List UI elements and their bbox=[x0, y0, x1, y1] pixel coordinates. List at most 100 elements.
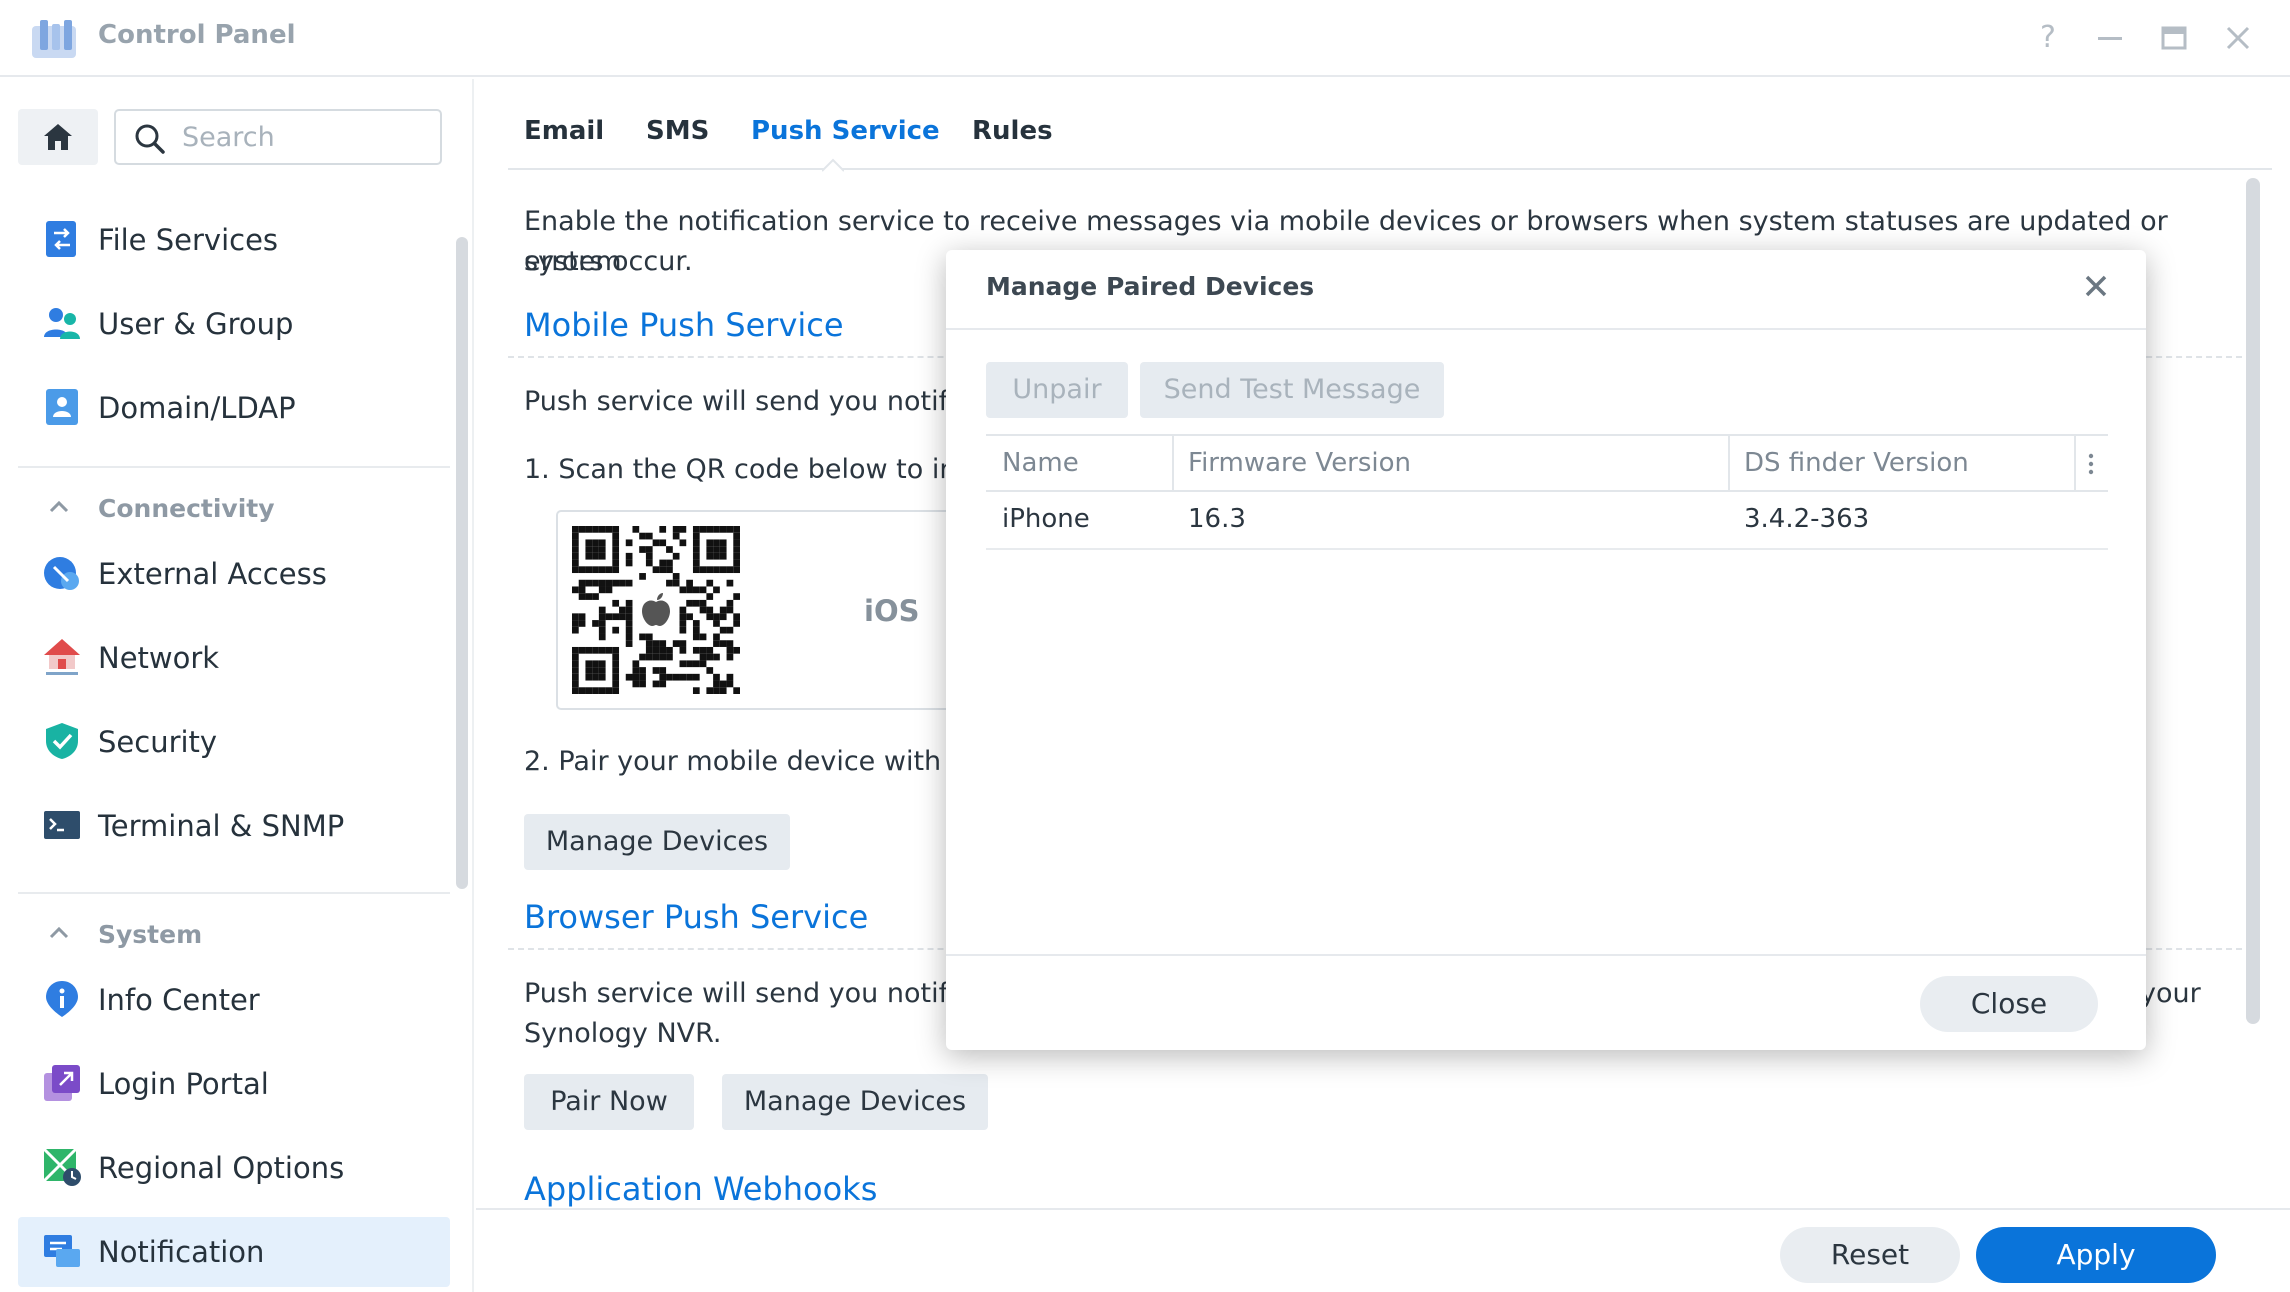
pair-now-button[interactable]: Pair Now bbox=[524, 1074, 694, 1130]
sidebar-item-label: Security bbox=[98, 725, 218, 759]
sidebar-item-label: Login Portal bbox=[98, 1067, 269, 1101]
sidebar-item-regional-options[interactable]: Regional Options bbox=[18, 1133, 450, 1203]
sidebar-item-security[interactable]: Security bbox=[18, 707, 450, 777]
sidebar-scrollbar[interactable] bbox=[456, 237, 468, 889]
close-window-icon[interactable] bbox=[2218, 18, 2258, 58]
sidebar-item-label: External Access bbox=[98, 557, 327, 591]
search-input[interactable]: Search bbox=[114, 109, 442, 165]
sidebar-item-user-group[interactable]: User & Group bbox=[18, 289, 450, 359]
unpair-button[interactable]: Unpair bbox=[986, 362, 1128, 418]
close-button[interactable]: Close bbox=[1920, 976, 2098, 1032]
notification-icon bbox=[44, 1235, 80, 1267]
browser-push-description-line2: Synology NVR. bbox=[524, 1018, 722, 1049]
sidebar-item-terminal-snmp[interactable]: Terminal & SNMP bbox=[18, 791, 450, 861]
user-group-icon bbox=[44, 308, 80, 339]
sidebar-group-label: System bbox=[98, 920, 203, 949]
file-services-icon bbox=[46, 221, 76, 257]
sidebar-divider bbox=[18, 466, 450, 468]
table-row[interactable]: iPhone 16.3 3.4.2-363 bbox=[986, 492, 2108, 550]
sidebar-item-label: Network bbox=[98, 641, 220, 675]
tab-sms[interactable]: SMS bbox=[646, 116, 709, 146]
network-icon bbox=[44, 639, 80, 675]
dialog-header-divider bbox=[946, 328, 2146, 330]
mobile-push-description: Push service will send you notifi bbox=[524, 386, 956, 417]
sidebar-item-label: Domain/LDAP bbox=[98, 391, 296, 425]
info-center-icon bbox=[46, 981, 78, 1017]
active-tab-caret-icon bbox=[822, 158, 844, 172]
dialog-footer-divider bbox=[946, 954, 2146, 956]
sidebar-divider bbox=[18, 892, 450, 894]
browser-push-description-tail: your bbox=[2140, 978, 2201, 1009]
step1-text: 1. Scan the QR code below to in bbox=[524, 454, 957, 485]
intro-text-line2: errors occur. bbox=[524, 246, 693, 277]
sidebar-item-network[interactable]: Network bbox=[18, 623, 450, 693]
minimize-icon[interactable] bbox=[2090, 18, 2130, 58]
browser-push-service-title: Browser Push Service bbox=[524, 898, 869, 936]
firmware-version-cell: 16.3 bbox=[1188, 504, 1246, 534]
tab-push-service[interactable]: Push Service bbox=[751, 116, 940, 146]
column-options-icon[interactable] bbox=[2088, 452, 2094, 476]
sidebar-item-info-center[interactable]: Info Center bbox=[18, 965, 450, 1035]
home-icon bbox=[44, 124, 72, 150]
maximize-icon[interactable] bbox=[2154, 18, 2194, 58]
manage-devices-button[interactable]: Manage Devices bbox=[524, 814, 790, 870]
chevron-up-icon bbox=[49, 500, 69, 513]
sidebar-group-label: Connectivity bbox=[98, 494, 275, 523]
browser-push-description-line1: Push service will send you notifi bbox=[524, 978, 956, 1009]
sidebar-group-system[interactable]: System bbox=[18, 910, 450, 960]
search-placeholder: Search bbox=[182, 122, 275, 153]
column-header-ds-finder-version[interactable]: DS finder Version bbox=[1744, 448, 1969, 478]
apply-button[interactable]: Apply bbox=[1976, 1227, 2216, 1283]
tab-rules[interactable]: Rules bbox=[972, 116, 1053, 146]
application-webhooks-title: Application Webhooks bbox=[524, 1170, 878, 1208]
column-divider bbox=[2074, 436, 2076, 492]
chevron-up-icon bbox=[49, 926, 69, 939]
home-button[interactable] bbox=[18, 109, 98, 165]
column-header-firmware-version[interactable]: Firmware Version bbox=[1188, 448, 1411, 478]
terminal-icon bbox=[44, 811, 80, 839]
ios-qr-card: iOS bbox=[556, 510, 976, 710]
window-title: Control Panel bbox=[98, 20, 296, 50]
sidebar-item-label: File Services bbox=[98, 223, 279, 257]
dialog-title: Manage Paired Devices bbox=[986, 272, 1315, 301]
regional-options-icon bbox=[42, 1147, 81, 1186]
ds-finder-version-cell: 3.4.2-363 bbox=[1744, 504, 1870, 534]
sidebar-group-connectivity[interactable]: Connectivity bbox=[18, 484, 450, 534]
send-test-message-button[interactable]: Send Test Message bbox=[1140, 362, 1444, 418]
ios-qr-code bbox=[572, 526, 740, 694]
close-icon[interactable] bbox=[2080, 270, 2112, 302]
tab-bar: Email SMS Push Service Rules bbox=[508, 100, 2272, 172]
external-access-icon bbox=[44, 557, 79, 590]
sidebar: Search File Services User & Group Domain… bbox=[0, 79, 474, 1292]
search-icon bbox=[135, 124, 165, 154]
sidebar-item-label: User & Group bbox=[98, 307, 294, 341]
step2-text: 2. Pair your mobile device with y bbox=[524, 746, 966, 777]
sidebar-item-file-services[interactable]: File Services bbox=[18, 205, 450, 275]
security-shield-icon bbox=[46, 723, 78, 759]
sidebar-item-label: Terminal & SNMP bbox=[98, 809, 345, 843]
column-divider bbox=[1728, 436, 1730, 492]
column-header-name[interactable]: Name bbox=[1002, 448, 1079, 478]
help-icon[interactable]: ? bbox=[2028, 18, 2068, 58]
domain-ldap-icon bbox=[46, 389, 78, 425]
device-name-cell: iPhone bbox=[1002, 504, 1090, 534]
reset-button[interactable]: Reset bbox=[1780, 1227, 1960, 1283]
main-scrollbar[interactable] bbox=[2246, 178, 2260, 1024]
tab-email[interactable]: Email bbox=[524, 116, 604, 146]
sidebar-item-external-access[interactable]: External Access bbox=[18, 539, 450, 609]
table-header: Name Firmware Version DS finder Version bbox=[986, 434, 2108, 492]
sidebar-item-label: Info Center bbox=[98, 983, 260, 1017]
sidebar-item-login-portal[interactable]: Login Portal bbox=[18, 1049, 450, 1119]
sidebar-item-label: Notification bbox=[98, 1235, 265, 1269]
control-panel-app-icon bbox=[32, 20, 76, 58]
title-bar: Control Panel ? bbox=[0, 0, 2290, 77]
login-portal-icon bbox=[44, 1065, 80, 1101]
column-divider bbox=[1172, 436, 1174, 492]
qr-platform-label: iOS bbox=[864, 594, 920, 628]
sidebar-item-domain-ldap[interactable]: Domain/LDAP bbox=[18, 373, 450, 443]
manage-paired-devices-dialog: Manage Paired Devices Unpair Send Test M… bbox=[946, 250, 2146, 1050]
browser-manage-devices-button[interactable]: Manage Devices bbox=[722, 1074, 988, 1130]
sidebar-item-notification[interactable]: Notification bbox=[18, 1217, 450, 1287]
sidebar-item-label: Regional Options bbox=[98, 1151, 345, 1185]
mobile-push-service-title: Mobile Push Service bbox=[524, 306, 844, 344]
